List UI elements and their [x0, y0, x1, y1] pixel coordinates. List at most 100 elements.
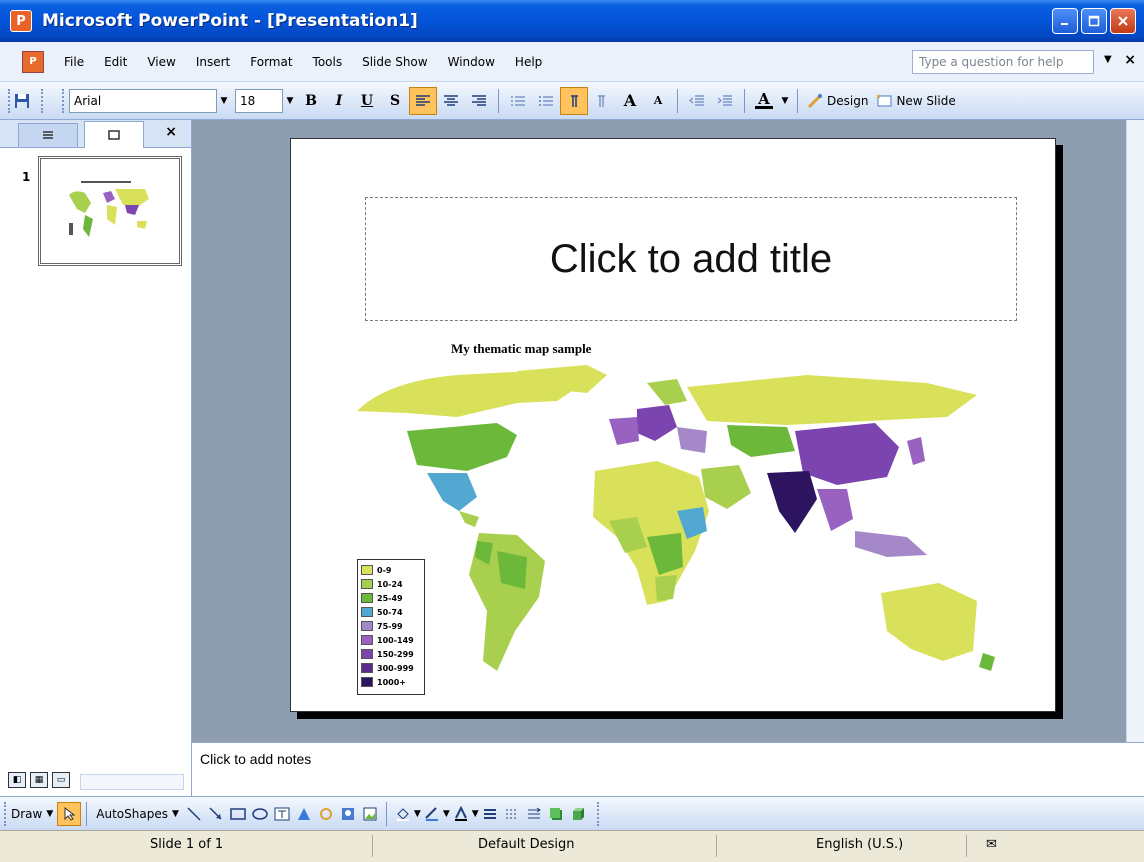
font-name-input[interactable]: Arial: [69, 88, 217, 113]
shadow-button[interactable]: S: [381, 87, 409, 115]
line-color-icon[interactable]: [421, 803, 443, 825]
line-style-icon[interactable]: [479, 803, 501, 825]
legend-swatch: [361, 579, 373, 589]
menu-slide-show[interactable]: Slide Show: [352, 42, 437, 82]
arrow-style-icon[interactable]: [523, 803, 545, 825]
clip-art-tool-icon[interactable]: [337, 803, 359, 825]
legend-label: 10-24: [377, 579, 403, 589]
title-placeholder[interactable]: Click to add title: [365, 197, 1017, 321]
minimize-button[interactable]: [1052, 8, 1078, 34]
arrow-tool-icon[interactable]: [205, 803, 227, 825]
menu-edit[interactable]: Edit: [94, 42, 137, 82]
align-center-button[interactable]: [437, 87, 465, 115]
bold-button[interactable]: B: [297, 87, 325, 115]
minimize-icon: [1061, 23, 1068, 25]
normal-view-button[interactable]: ◧: [8, 772, 26, 788]
outline-icon: [43, 130, 53, 139]
status-divider: [716, 835, 717, 857]
toolbar-separator-2: [677, 88, 678, 113]
powerpoint-icon[interactable]: P: [10, 10, 32, 32]
italic-button[interactable]: I: [325, 87, 353, 115]
legend-label: 0-9: [377, 565, 392, 575]
spelling-status-icon[interactable]: ✉: [986, 837, 997, 852]
underline-button[interactable]: U: [353, 87, 381, 115]
paragraph-ltr-icon: [571, 94, 578, 107]
design-label: Design: [827, 93, 869, 108]
menu-file[interactable]: File: [54, 42, 94, 82]
3d-style-icon[interactable]: [567, 803, 589, 825]
right-to-left-button[interactable]: [588, 87, 616, 115]
oval-tool-icon[interactable]: [249, 803, 271, 825]
toolbar-grip-3[interactable]: [62, 88, 65, 113]
menu-view[interactable]: View: [137, 42, 185, 82]
status-language[interactable]: English (U.S.): [816, 837, 903, 852]
menu-format[interactable]: Format: [240, 42, 302, 82]
font-color-letter: A: [758, 90, 770, 108]
tab-outline[interactable]: [18, 123, 78, 147]
tab-slides[interactable]: [84, 121, 144, 148]
align-left-button[interactable]: [409, 86, 437, 115]
map-title[interactable]: My thematic map sample: [451, 341, 591, 357]
formatting-toolbar: Arial ▼ 18 ▼ B I U S A A A ▼ Design New …: [0, 82, 1144, 120]
close-icon: [1118, 16, 1128, 26]
notes-pane[interactable]: Click to add notes: [192, 742, 1144, 796]
font-size-input[interactable]: 18: [235, 88, 283, 113]
line-tool-icon[interactable]: [183, 803, 205, 825]
picture-tool-icon[interactable]: [359, 803, 381, 825]
notes-placeholder: Click to add notes: [200, 751, 312, 767]
text-box-tool-icon[interactable]: [271, 803, 293, 825]
diagram-tool-icon[interactable]: [315, 803, 337, 825]
menu-tools[interactable]: Tools: [303, 42, 353, 82]
select-objects-button[interactable]: [57, 801, 82, 826]
design-button[interactable]: Design: [803, 88, 872, 114]
slide-sorter-view-button[interactable]: ▦: [30, 772, 48, 788]
font-color-draw-dropdown-icon[interactable]: ▼: [472, 809, 479, 819]
font-color-draw-icon[interactable]: [450, 803, 472, 825]
decrease-font-button[interactable]: A: [644, 87, 672, 115]
maximize-button[interactable]: [1081, 8, 1107, 34]
dash-style-icon[interactable]: [501, 803, 523, 825]
status-design-name[interactable]: Default Design: [478, 837, 575, 852]
increase-font-button[interactable]: A: [616, 87, 644, 115]
fill-color-icon[interactable]: [392, 803, 414, 825]
toolbar-grip-2[interactable]: [41, 88, 44, 113]
pane-horizontal-scrollbar[interactable]: [80, 774, 184, 790]
fill-color-dropdown-icon[interactable]: ▼: [414, 809, 421, 819]
increase-indent-button[interactable]: [711, 87, 739, 115]
new-slide-icon: [877, 94, 892, 106]
drawbar-grip-end[interactable]: [596, 801, 600, 826]
wordart-tool-icon[interactable]: [293, 803, 315, 825]
rectangle-tool-icon[interactable]: [227, 803, 249, 825]
menu-help[interactable]: Help: [505, 42, 552, 82]
bullets-button[interactable]: [532, 87, 560, 115]
document-icon[interactable]: P: [22, 50, 44, 73]
font-dropdown-icon[interactable]: ▼: [217, 89, 231, 113]
numbering-button[interactable]: [504, 87, 532, 115]
slide-show-view-button[interactable]: ▭: [52, 772, 70, 788]
legend-label: 75-99: [377, 621, 403, 631]
close-document-icon[interactable]: ×: [1124, 52, 1136, 68]
autoshapes-menu-button[interactable]: AutoShapes ▼: [92, 801, 183, 827]
pane-close-icon[interactable]: ×: [165, 124, 177, 140]
world-thematic-map[interactable]: [347, 361, 1037, 691]
font-size-dropdown-icon[interactable]: ▼: [283, 89, 297, 113]
decrease-indent-button[interactable]: [683, 87, 711, 115]
slide-vertical-scrollbar[interactable]: [1126, 120, 1144, 742]
help-dropdown-icon[interactable]: ▼: [1104, 54, 1112, 65]
slide-canvas[interactable]: Click to add title My thematic map sampl…: [290, 138, 1056, 712]
new-slide-button[interactable]: New Slide: [872, 88, 959, 114]
shadow-style-icon[interactable]: [545, 803, 567, 825]
menu-window[interactable]: Window: [438, 42, 505, 82]
font-color-button[interactable]: A: [750, 87, 778, 115]
menu-insert[interactable]: Insert: [186, 42, 240, 82]
font-color-dropdown-icon[interactable]: ▼: [778, 89, 792, 113]
draw-menu-button[interactable]: Draw ▼: [7, 801, 57, 827]
align-right-button[interactable]: [465, 87, 493, 115]
line-color-dropdown-icon[interactable]: ▼: [443, 809, 450, 819]
help-search-input[interactable]: Type a question for help: [912, 50, 1094, 74]
close-button[interactable]: [1110, 8, 1136, 34]
slide-thumbnail[interactable]: [38, 156, 182, 266]
legend-swatch: [361, 607, 373, 617]
save-icon[interactable]: [11, 90, 33, 112]
left-to-right-button[interactable]: [560, 86, 588, 115]
